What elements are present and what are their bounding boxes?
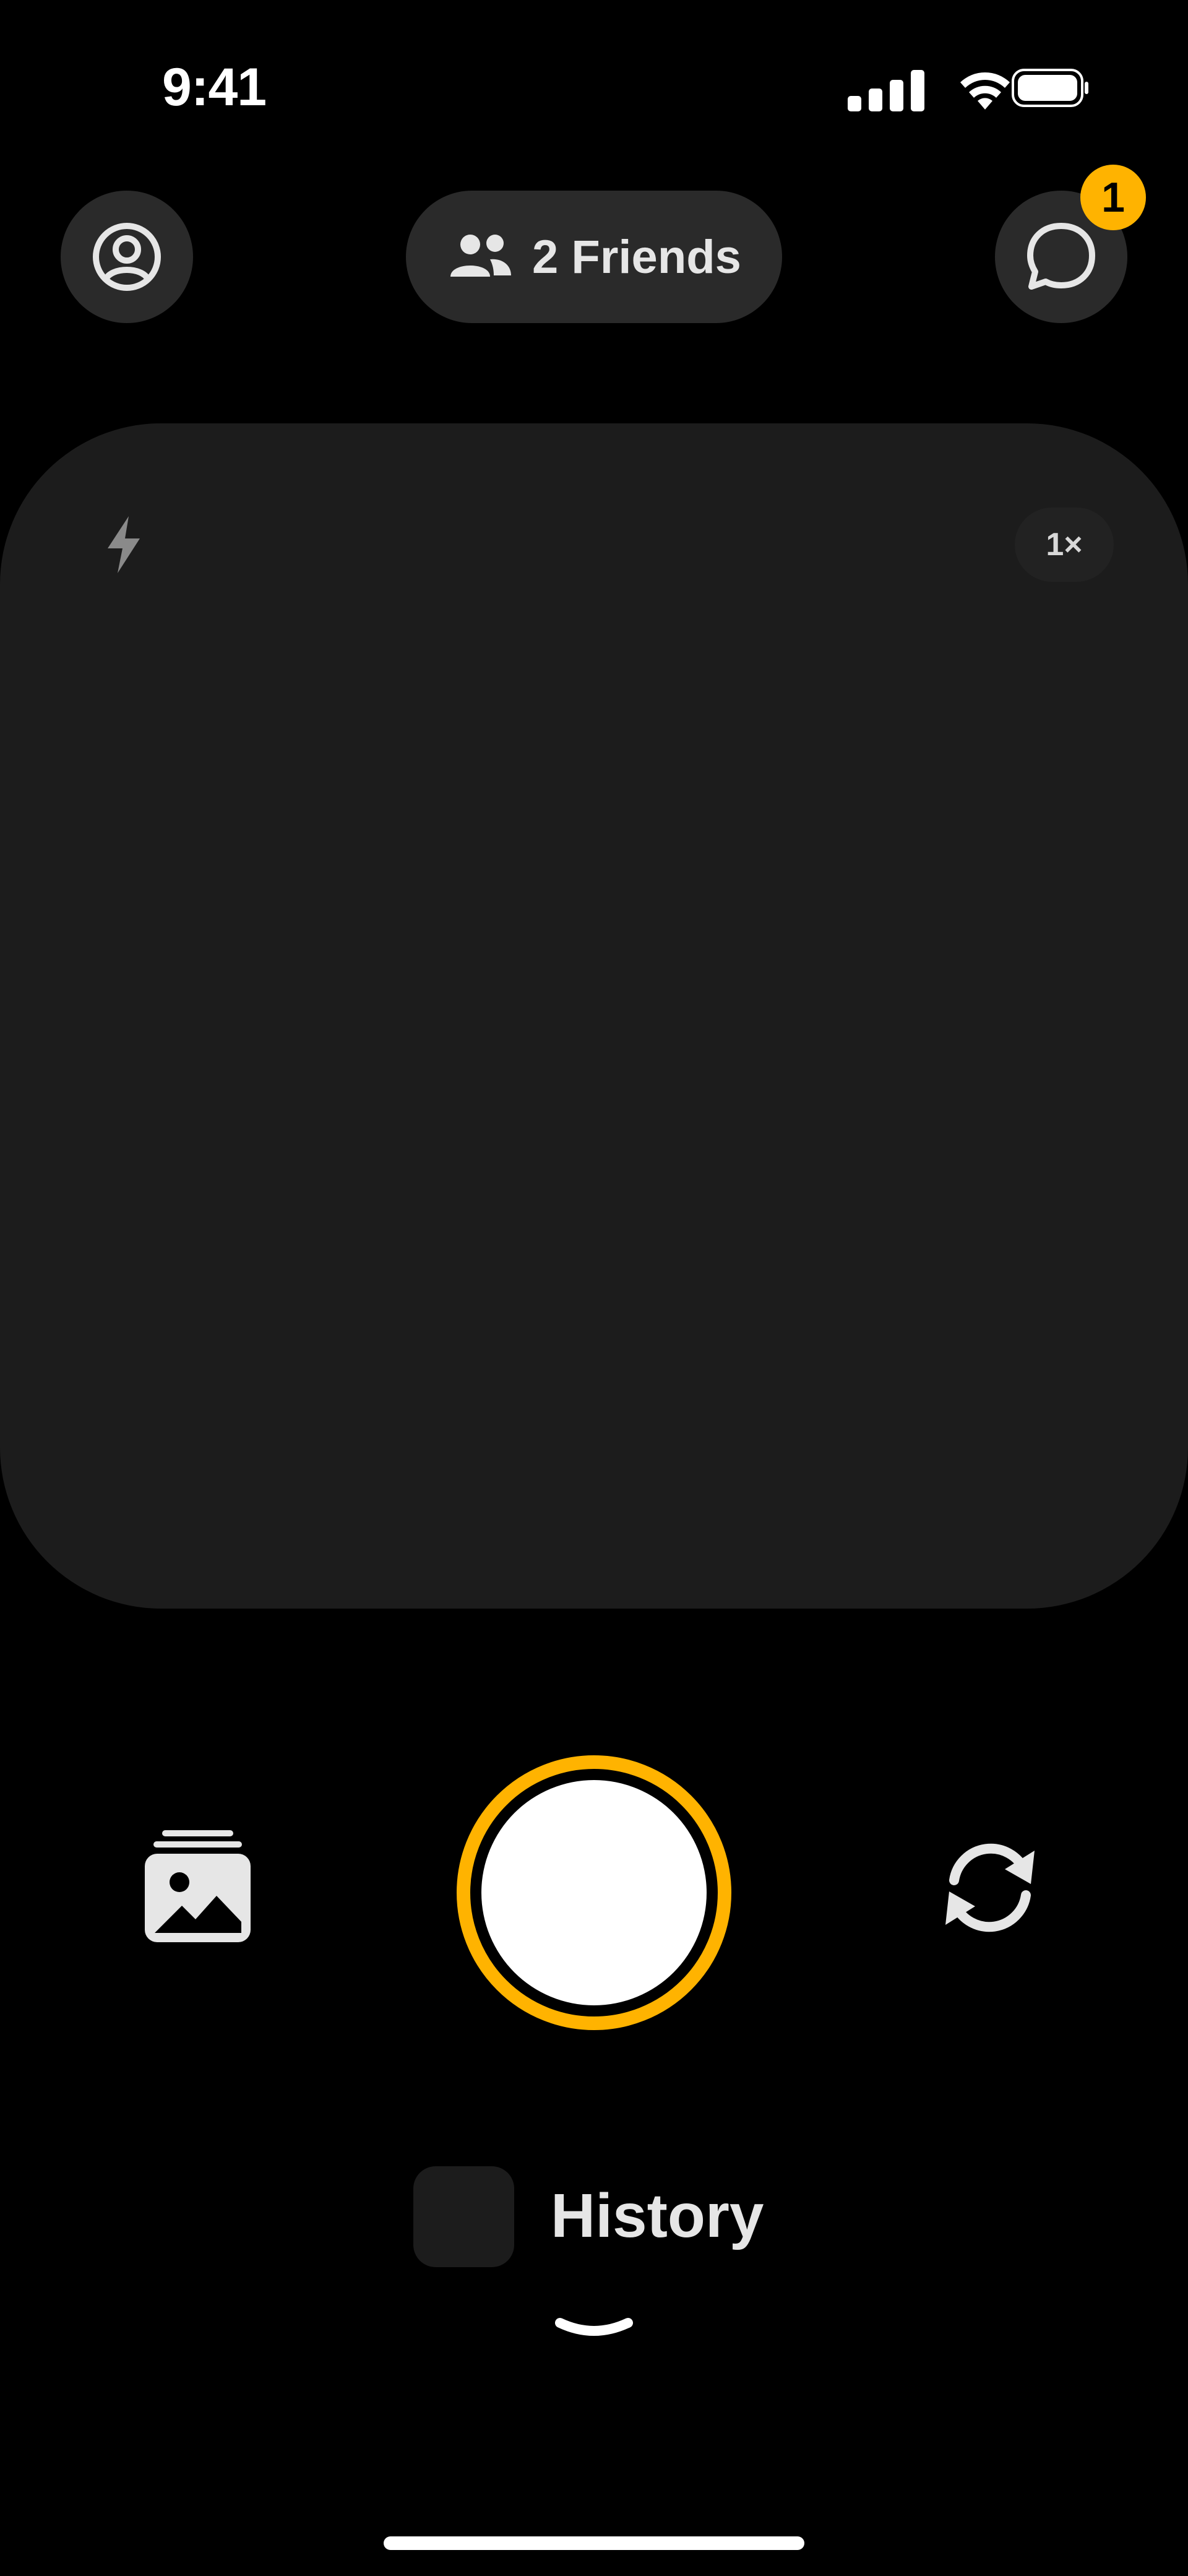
chat-badge: 1 [1080, 165, 1146, 230]
zoom-button[interactable]: 1× [1015, 508, 1114, 582]
friends-label: 2 Friends [532, 230, 741, 283]
status-time: 9:41 [162, 58, 267, 117]
camera-flip-button[interactable] [928, 1832, 1052, 1943]
signal-icon [848, 70, 924, 111]
people-icon [450, 235, 512, 277]
friends-button[interactable]: 2 Friends [406, 191, 782, 323]
battery-icon [1012, 69, 1088, 107]
wifi-icon [960, 72, 1010, 110]
camera-viewfinder[interactable] [0, 423, 1188, 1609]
chat-bubble-icon [1027, 223, 1095, 290]
photo-stack-icon [145, 1830, 251, 1942]
status-icons [848, 65, 1089, 111]
person-circle-icon [93, 223, 161, 291]
profile-button[interactable] [61, 191, 193, 323]
chevron-down-icon[interactable] [553, 2312, 635, 2349]
flash-icon[interactable] [99, 514, 148, 576]
history-label[interactable]: History [551, 2185, 764, 2247]
shutter-inner [481, 1780, 707, 2005]
shutter-button[interactable] [457, 1755, 731, 2030]
camera-flip-icon [945, 1843, 1035, 1932]
history-thumbnail[interactable] [413, 2166, 514, 2267]
home-indicator[interactable] [384, 2536, 804, 2550]
gallery-button[interactable] [144, 1829, 252, 1943]
